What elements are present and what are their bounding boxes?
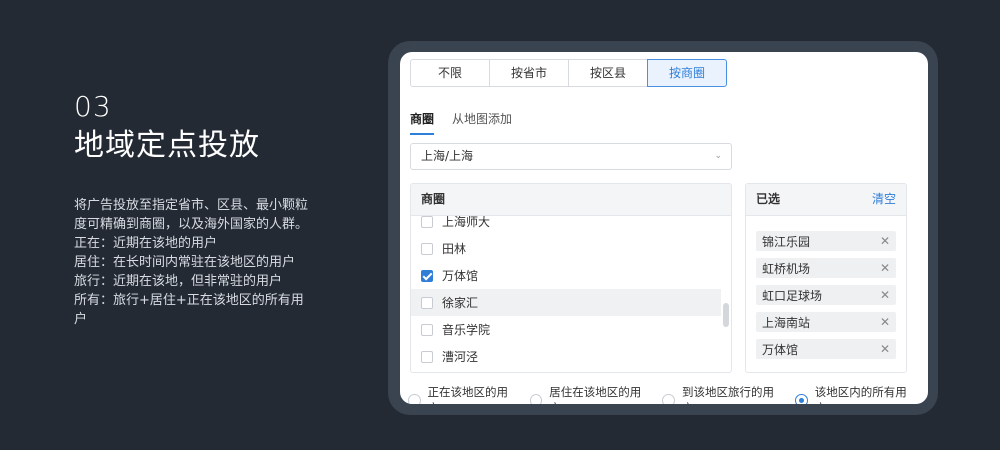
list-item[interactable]: 徐家汇	[411, 289, 721, 316]
list-item-label: 漕河泾	[442, 350, 479, 364]
clear-button[interactable]: 清空	[872, 184, 896, 215]
description-line: 将广告投放至指定省市、区县、最小颗粒度可精确到商圈，以及海外国家的人群。	[74, 198, 309, 232]
close-icon[interactable]: ✕	[880, 261, 890, 275]
list-item-label: 田林	[442, 242, 467, 256]
selected-tag: 万体馆 ✕	[756, 339, 896, 359]
checkbox[interactable]	[421, 323, 433, 336]
section-title: 地域定点投放	[74, 128, 260, 163]
list-scrollbar[interactable]	[723, 303, 729, 327]
list-item-label: 上海师大	[442, 216, 491, 229]
intro-section: 03 地域定点投放 将广告投放至指定省市、区县、最小颗粒度可精确到商圈，以及海外…	[74, 92, 324, 329]
radio-label: 正在该地区的用户	[427, 385, 509, 404]
region-mode-segmented-control: 不限 按省市 按区县 按商圈	[410, 59, 727, 87]
close-icon[interactable]: ✕	[880, 342, 890, 356]
segment-by-province[interactable]: 按省市	[489, 59, 569, 87]
tab-add-from-map[interactable]: 从地图添加	[452, 110, 512, 135]
selected-tags: 锦江乐园 ✕ 虹桥机场 ✕ 虹口足球场 ✕ 上海南站 ✕ 万体馆 ✕	[746, 216, 906, 359]
city-select[interactable]: 上海/上海 ⌄	[410, 143, 732, 170]
segment-by-business-area[interactable]: 按商圈	[647, 59, 727, 87]
description-line: 正在：近期在该地的用户	[74, 236, 218, 251]
tab-business-area[interactable]: 商圈	[410, 110, 435, 135]
radio-travel-users[interactable]: 到该地区旅行的用户	[662, 384, 781, 404]
description-line: 所有：旅行+居住+正在该地区的所有用户	[74, 293, 304, 327]
radio-button[interactable]	[662, 393, 676, 404]
selected-tag: 虹口足球场 ✕	[756, 285, 896, 305]
radio-all-users[interactable]: 该地区内的所有用户	[795, 384, 914, 404]
list-item[interactable]: 田林	[411, 235, 731, 262]
radio-button-selected[interactable]	[795, 393, 808, 404]
list-item[interactable]: 上海师大	[411, 216, 731, 235]
checkbox[interactable]	[421, 216, 433, 228]
selected-panel: 已选 清空 锦江乐园 ✕ 虹桥机场 ✕ 虹口足球场 ✕ 上海南站 ✕ 万体馆 ✕	[745, 183, 907, 373]
selected-title: 已选	[756, 192, 781, 206]
close-icon[interactable]: ✕	[880, 288, 890, 302]
checkbox-checked[interactable]	[421, 269, 433, 282]
segment-by-district[interactable]: 按区县	[568, 59, 648, 87]
radio-label: 居住在该地区的用户	[549, 385, 642, 404]
selected-header: 已选 清空	[746, 184, 906, 216]
section-description: 将广告投放至指定省市、区县、最小颗粒度可精确到商圈，以及海外国家的人群。 正在：…	[74, 196, 310, 329]
section-number: 03	[74, 90, 112, 123]
list-item-label: 万体馆	[442, 269, 479, 283]
chevron-down-icon: ⌄	[714, 151, 722, 161]
business-area-list-panel: 商圈 上海师大 田林 万体馆 徐家汇 音乐学院 漕河泾	[410, 183, 732, 373]
tag-label: 虹桥机场	[762, 261, 811, 276]
checkbox[interactable]	[421, 296, 433, 309]
tag-label: 上海南站	[762, 315, 811, 330]
radio-resident-users[interactable]: 居住在该地区的用户	[529, 384, 649, 404]
tag-label: 锦江乐园	[762, 234, 811, 249]
close-icon[interactable]: ✕	[880, 315, 890, 329]
tag-label: 万体馆	[762, 342, 799, 357]
segment-unlimited[interactable]: 不限	[410, 59, 490, 87]
checkbox[interactable]	[421, 350, 433, 363]
city-select-value: 上海/上海	[421, 149, 474, 163]
selected-tag: 虹桥机场 ✕	[756, 258, 896, 278]
audience-radio-group: 正在该地区的用户 居住在该地区的用户 到该地区旅行的用户 该地区内的所有用户	[408, 384, 928, 404]
description-line: 居住：在长时间内常驻在该地区的用户	[74, 255, 296, 270]
list-item[interactable]: 音乐学院	[411, 316, 731, 343]
selected-tag: 上海南站 ✕	[756, 312, 896, 332]
close-icon[interactable]: ✕	[880, 234, 890, 248]
selected-tag: 锦江乐园 ✕	[756, 231, 896, 251]
checkbox[interactable]	[421, 242, 433, 255]
ui-screen: 不限 按省市 按区县 按商圈 商圈 从地图添加 上海/上海 ⌄ 商圈 上海师大 …	[400, 52, 928, 404]
description-line: 旅行：近期在该地，但非常驻的用户	[74, 274, 283, 289]
radio-label: 该地区内的所有用户	[814, 385, 907, 404]
list-header: 商圈	[411, 184, 731, 216]
list-item-label: 徐家汇	[442, 296, 479, 310]
business-area-list[interactable]: 上海师大 田林 万体馆 徐家汇 音乐学院 漕河泾	[411, 216, 731, 372]
radio-button[interactable]	[529, 393, 543, 404]
radio-label: 到该地区旅行的用户	[682, 385, 775, 404]
list-item[interactable]: 漕河泾	[411, 343, 731, 370]
radio-button[interactable]	[408, 393, 421, 404]
radio-current-users[interactable]: 正在该地区的用户	[408, 384, 516, 404]
tag-label: 虹口足球场	[762, 288, 823, 303]
list-item[interactable]: 万体馆	[411, 262, 731, 289]
tab-bar: 商圈 从地图添加	[410, 110, 512, 135]
list-item-label: 音乐学院	[442, 323, 491, 337]
